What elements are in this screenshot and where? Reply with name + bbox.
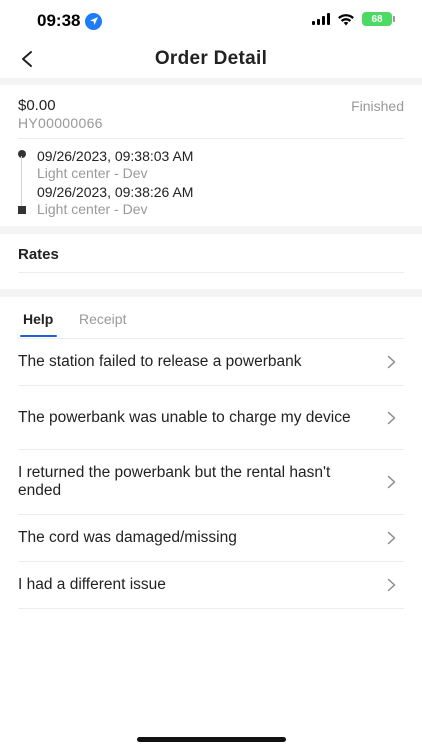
chevron-right-icon xyxy=(384,578,398,592)
battery-icon: 68 xyxy=(362,12,395,26)
cellular-signal-icon xyxy=(312,13,330,25)
wifi-icon xyxy=(338,13,354,25)
divider xyxy=(18,138,404,139)
status-time: 09:38 xyxy=(37,11,103,31)
rates-heading: Rates xyxy=(18,246,59,263)
help-item-label: The station failed to release a powerban… xyxy=(18,353,302,370)
end-time: 09/26/2023, 09:38:26 AM xyxy=(37,184,194,200)
divider xyxy=(18,272,404,273)
chevron-right-icon xyxy=(384,355,398,369)
rental-timeline: 09/26/2023, 09:38:03 AM Light center - D… xyxy=(18,146,404,220)
tab-receipt[interactable]: Receipt xyxy=(79,311,126,327)
timeline-connector xyxy=(21,156,22,206)
chevron-right-icon xyxy=(384,475,398,489)
help-item-cord-damaged[interactable]: The cord was damaged/missing xyxy=(18,515,404,562)
timeline-end-marker xyxy=(18,206,26,214)
help-item-release-failed[interactable]: The station failed to release a powerban… xyxy=(18,339,404,386)
nav-header: Order Detail xyxy=(0,40,422,78)
battery-level: 68 xyxy=(371,13,383,25)
home-indicator xyxy=(137,737,286,742)
section-divider xyxy=(0,78,422,85)
clock: 09:38 xyxy=(37,11,81,30)
help-item-label: I had a different issue xyxy=(18,576,166,593)
tab-help[interactable]: Help xyxy=(23,311,53,327)
tab-bar: Help Receipt xyxy=(18,306,404,339)
help-item-different-issue[interactable]: I had a different issue xyxy=(18,562,404,609)
timeline-start-dot xyxy=(18,150,26,158)
help-item-unable-to-charge[interactable]: The powerbank was unable to charge my de… xyxy=(18,386,404,450)
help-item-label: I returned the powerbank but the rental … xyxy=(18,464,331,499)
help-list: The station failed to release a powerban… xyxy=(18,339,404,609)
order-status: Finished xyxy=(351,98,404,114)
status-bar: 09:38 68 xyxy=(0,0,422,40)
start-location: Light center - Dev xyxy=(37,165,148,181)
help-item-rental-not-ended[interactable]: I returned the powerbank but the rental … xyxy=(18,450,404,515)
status-indicators: 68 xyxy=(312,12,395,26)
chevron-right-icon xyxy=(384,411,398,425)
start-time: 09/26/2023, 09:38:03 AM xyxy=(37,148,194,164)
help-item-label: The cord was damaged/missing xyxy=(18,529,237,546)
section-divider xyxy=(0,226,422,234)
section-divider xyxy=(0,289,422,297)
order-amount: $0.00 xyxy=(18,97,56,114)
page-title: Order Detail xyxy=(154,48,268,69)
end-location: Light center - Dev xyxy=(37,201,148,217)
location-arrow-icon xyxy=(85,12,103,30)
order-id: HY00000066 xyxy=(18,115,103,131)
active-tab-indicator xyxy=(20,335,57,337)
chevron-right-icon xyxy=(384,531,398,545)
help-item-label: The powerbank was unable to charge my de… xyxy=(18,408,351,426)
